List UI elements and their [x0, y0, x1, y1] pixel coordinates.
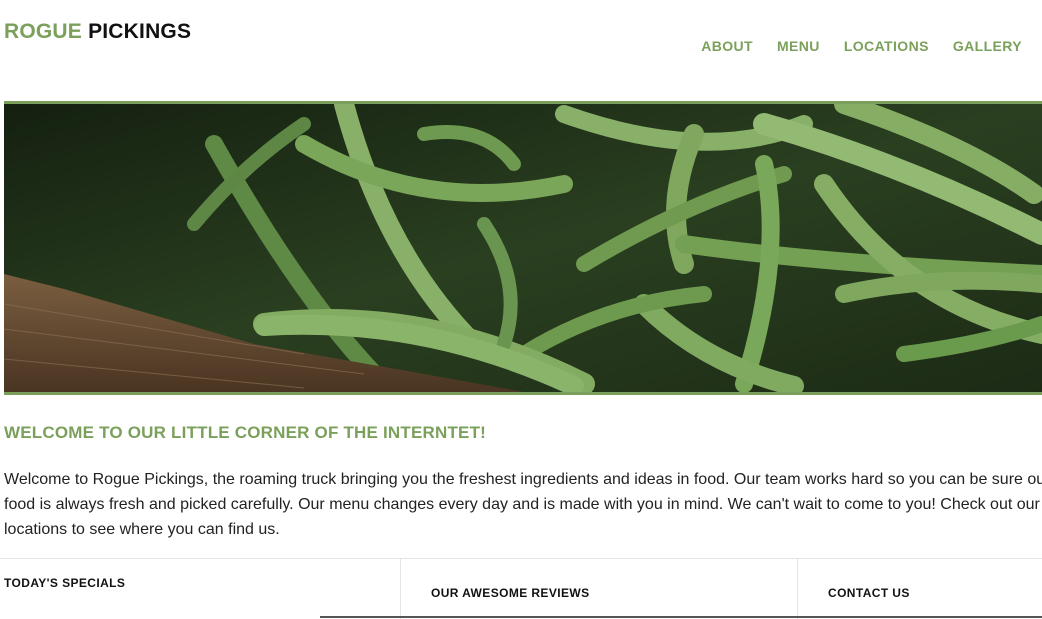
reviews-heading: OUR AWESOME REVIEWS: [431, 586, 590, 600]
welcome-heading: WELCOME TO OUR LITTLE CORNER OF THE INTE…: [4, 423, 487, 442]
site-header: ROGUE PICKINGS ABOUT MENU LOCATIONS GALL…: [0, 0, 1042, 100]
contact-column: CONTACT US: [797, 559, 1042, 619]
specials-heading: TODAY'S SPECIALS: [4, 576, 126, 590]
site-logo[interactable]: ROGUE PICKINGS: [4, 20, 191, 44]
main-nav: ABOUT MENU LOCATIONS GALLERY: [701, 38, 1022, 54]
intro-container: Welcome to Rogue Pickings, the roaming t…: [0, 460, 1042, 550]
logo-accent-word: ROGUE: [4, 20, 83, 43]
reviews-column: OUR AWESOME REVIEWS: [400, 559, 798, 619]
info-columns: TODAY'S SPECIALS OUR AWESOME REVIEWS CON…: [0, 558, 1042, 619]
nav-link-locations[interactable]: LOCATIONS: [844, 38, 929, 54]
nav-link-about[interactable]: ABOUT: [701, 38, 753, 54]
green-beans-image: [4, 104, 1042, 392]
nav-link-gallery[interactable]: GALLERY: [953, 38, 1022, 54]
nav-link-menu[interactable]: MENU: [777, 38, 820, 54]
contact-heading: CONTACT US: [828, 586, 910, 600]
hero-banner: [4, 101, 1042, 395]
specials-column: TODAY'S SPECIALS: [0, 559, 400, 619]
logo-dark-word: PICKINGS: [88, 20, 192, 43]
welcome-paragraph: Welcome to Rogue Pickings, the roaming t…: [4, 471, 1042, 538]
